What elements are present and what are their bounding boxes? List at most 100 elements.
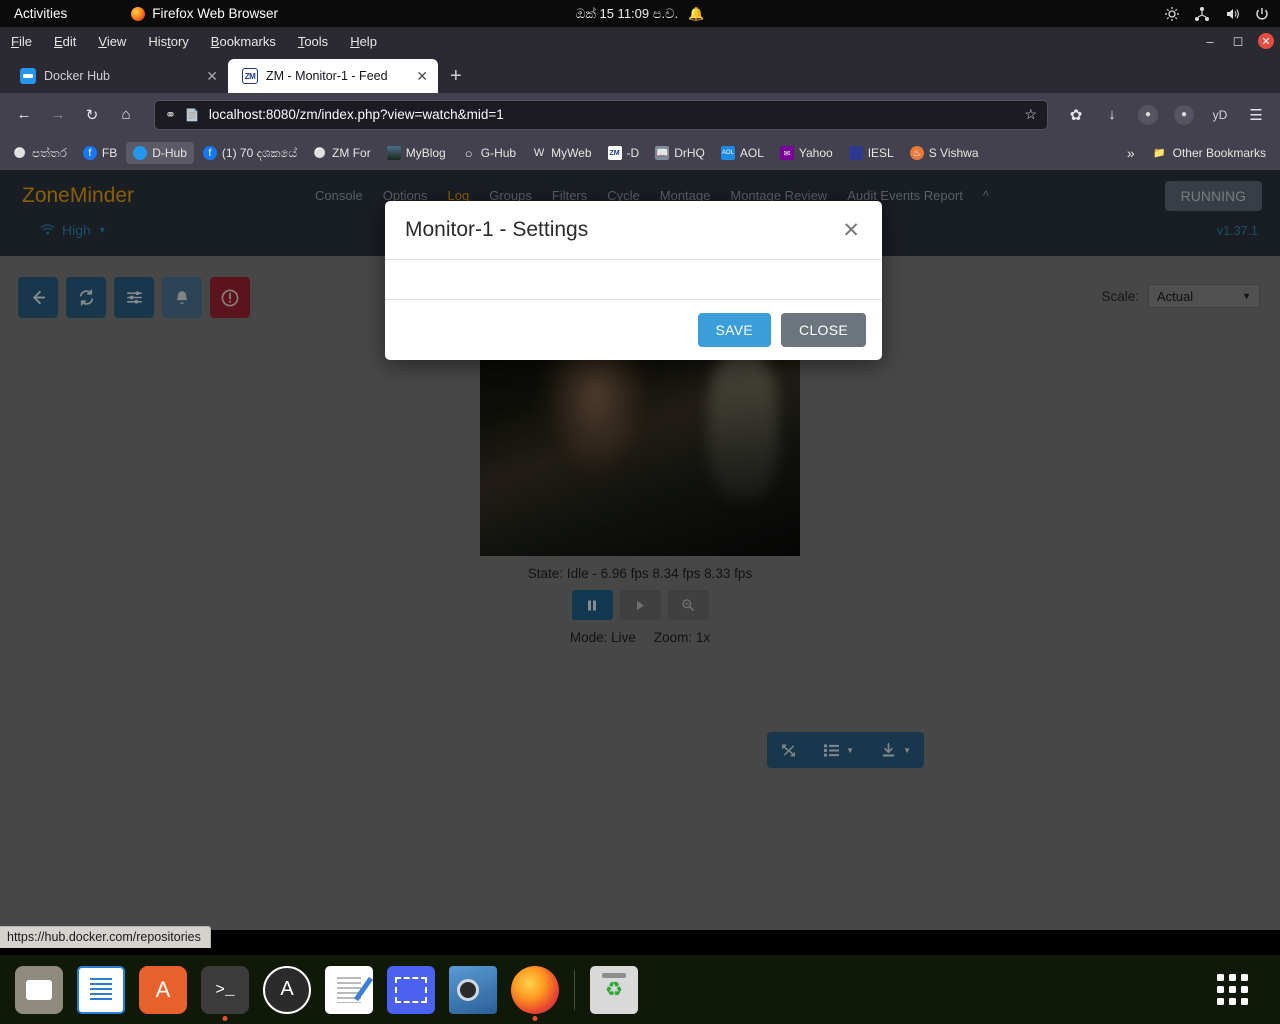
grid-dot <box>1228 998 1236 1005</box>
bookmarks-toolbar: ⚪ පත්තර f FB D-Hub f (1) 70 දශකයේ ⚪ ZM F… <box>0 136 1280 170</box>
firefox-icon <box>131 6 146 21</box>
bookmark-label: පත්තර <box>32 145 67 160</box>
bookmark-label: MyBlog <box>405 146 446 160</box>
tab-label: Docker Hub <box>44 69 110 83</box>
toolbar-actions: ✿ ↓ ● ● yD ☰ <box>1060 100 1272 130</box>
grid-dot <box>1240 974 1248 981</box>
zm-icon: ZM <box>607 146 622 160</box>
github-icon: ○ <box>464 145 473 161</box>
forward-icon[interactable]: → <box>42 100 74 130</box>
bookmark-item-d-hub[interactable]: D-Hub <box>126 142 194 164</box>
mail-icon: ✉ <box>779 146 794 160</box>
dock-item-terminal[interactable]: >_ <box>201 965 249 1021</box>
tab-label: ZM - Monitor-1 - Feed <box>266 69 388 83</box>
bookmark-label: D-Hub <box>152 146 187 160</box>
dock-item-firefox[interactable] <box>511 965 559 1021</box>
other-bookmarks-folder[interactable]: 📁 Other Bookmarks <box>1145 142 1274 164</box>
bookmark-item[interactable]: ⚪ පත්තර <box>6 142 74 165</box>
bookmark-item[interactable]: ○ G-Hub <box>455 142 523 164</box>
grid-dot <box>1216 986 1224 993</box>
dock-item-trash[interactable]: ♻ <box>590 965 638 1014</box>
new-tab-button[interactable]: + <box>438 65 474 93</box>
menu-file[interactable]: File <box>0 31 43 52</box>
reload-icon[interactable]: ↻ <box>76 100 108 130</box>
menu-bookmarks[interactable]: Bookmarks <box>200 31 287 52</box>
back-icon[interactable]: ← <box>8 100 40 130</box>
ubuntu-dock: A >_ A ♻ <box>0 955 1280 1024</box>
dock-item-libreoffice-writer[interactable] <box>77 965 125 1014</box>
bookmark-label: (1) 70 දශකයේ <box>221 145 298 160</box>
bookmark-item[interactable]: ZM -D <box>601 142 647 164</box>
dock-item-screenshot[interactable] <box>387 965 435 1014</box>
bookmark-item[interactable]: f FB <box>76 142 124 164</box>
book-icon: 📖 <box>655 146 670 160</box>
clock-button[interactable]: ඔක් 15 11:09 ප.ව. 🔔 <box>510 6 770 22</box>
home-icon[interactable]: ⌂ <box>110 100 142 130</box>
bookmark-star-icon[interactable]: ☆ <box>1024 106 1037 123</box>
active-app-indicator[interactable]: Firefox Web Browser <box>131 6 278 21</box>
browser-menu-bar: File Edit View History Bookmarks Tools H… <box>0 27 1280 55</box>
minimize-button[interactable]: – <box>1202 33 1218 49</box>
extension-icon[interactable]: ● <box>1132 100 1164 130</box>
bookmark-item[interactable]: MyBlog <box>380 142 453 164</box>
bookmark-item[interactable]: ✉ Yahoo <box>773 142 840 164</box>
url-text[interactable]: localhost:8080/zm/index.php?view=watch&m… <box>209 107 1016 122</box>
w-icon: W <box>533 147 545 159</box>
dock-item-files[interactable] <box>15 965 63 1014</box>
bookmark-item[interactable]: ⚪ ZM For <box>306 142 378 164</box>
monitor-settings-modal: Monitor-1 - Settings ✕ SAVE CLOSE <box>385 201 882 360</box>
activities-button[interactable]: Activities <box>0 6 81 21</box>
tab-close-icon[interactable]: ✕ <box>200 68 218 85</box>
menu-help[interactable]: Help <box>339 31 388 52</box>
dock-item-ubuntu-software[interactable]: A <box>139 965 187 1014</box>
menu-edit[interactable]: Edit <box>43 31 87 52</box>
close-icon[interactable]: ✕ <box>832 218 862 243</box>
page-info-icon: 📄 <box>184 107 200 122</box>
bookmark-item[interactable]: AOL AOL <box>714 142 771 164</box>
bookmark-label: -D <box>626 146 640 160</box>
bookmark-item[interactable]: ♨ S Vishwa <box>903 142 986 164</box>
pocket-icon[interactable]: ✿ <box>1060 100 1092 130</box>
tab-zm-monitor-1-feed[interactable]: ZM ZM - Monitor-1 - Feed ✕ <box>228 59 438 93</box>
menu-view[interactable]: View <box>87 31 137 52</box>
app-menu-icon[interactable]: ☰ <box>1240 100 1272 130</box>
bookmark-item[interactable]: 📖 DrHQ <box>648 142 712 164</box>
grid-dot <box>1216 998 1224 1005</box>
other-bookmarks-label: Other Bookmarks <box>1172 146 1266 160</box>
save-button[interactable]: SAVE <box>697 313 772 347</box>
facebook-icon: f <box>202 146 217 160</box>
window-controls: – ◻ ✕ <box>1202 27 1274 55</box>
bookmarks-overflow-icon[interactable]: » <box>1119 145 1143 161</box>
dock-item-app-center[interactable]: A <box>263 965 311 1014</box>
navigation-toolbar: ← → ↻ ⌂ ⚭ 📄 localhost:8080/zm/index.php?… <box>0 93 1280 136</box>
close-button[interactable]: CLOSE <box>781 313 866 347</box>
bookmark-label: Yahoo <box>798 146 833 160</box>
bookmark-item[interactable]: f (1) 70 දශකයේ <box>196 142 304 165</box>
flame-icon: ♨ <box>909 146 924 160</box>
clock-label: ඔක් 15 11:09 ප.ව. <box>575 5 679 21</box>
dock-item-media-player[interactable] <box>449 965 497 1014</box>
docker-icon <box>133 146 148 160</box>
downloads-icon[interactable]: ↓ <box>1096 100 1128 130</box>
notification-bell-icon: 🔔 <box>688 5 705 21</box>
extension-2-icon[interactable]: ● <box>1168 100 1200 130</box>
network-icon <box>1195 6 1209 21</box>
running-dot <box>532 1015 538 1021</box>
power-icon <box>1256 7 1268 19</box>
dock-item-text-editor[interactable] <box>325 965 373 1014</box>
menu-tools[interactable]: Tools <box>287 31 339 52</box>
menu-history[interactable]: History <box>137 31 199 52</box>
screen: Activities Firefox Web Browser ඔක් 15 11… <box>0 0 1280 1024</box>
grid-dot <box>1228 986 1236 993</box>
close-window-button[interactable]: ✕ <box>1258 33 1274 49</box>
account-icon[interactable]: yD <box>1204 100 1236 130</box>
system-tray[interactable] <box>1164 6 1270 22</box>
tab-close-icon[interactable]: ✕ <box>410 68 428 85</box>
bookmark-item[interactable]: W MyWeb <box>525 142 598 164</box>
bookmark-item[interactable]: IESL <box>842 142 901 164</box>
show-applications-button[interactable] <box>1208 966 1256 1014</box>
url-bar[interactable]: ⚭ 📄 localhost:8080/zm/index.php?view=wat… <box>154 99 1048 130</box>
grid-dot <box>1240 998 1248 1005</box>
maximize-button[interactable]: ◻ <box>1230 33 1246 49</box>
tab-docker-hub[interactable]: Docker Hub ✕ <box>6 59 228 93</box>
